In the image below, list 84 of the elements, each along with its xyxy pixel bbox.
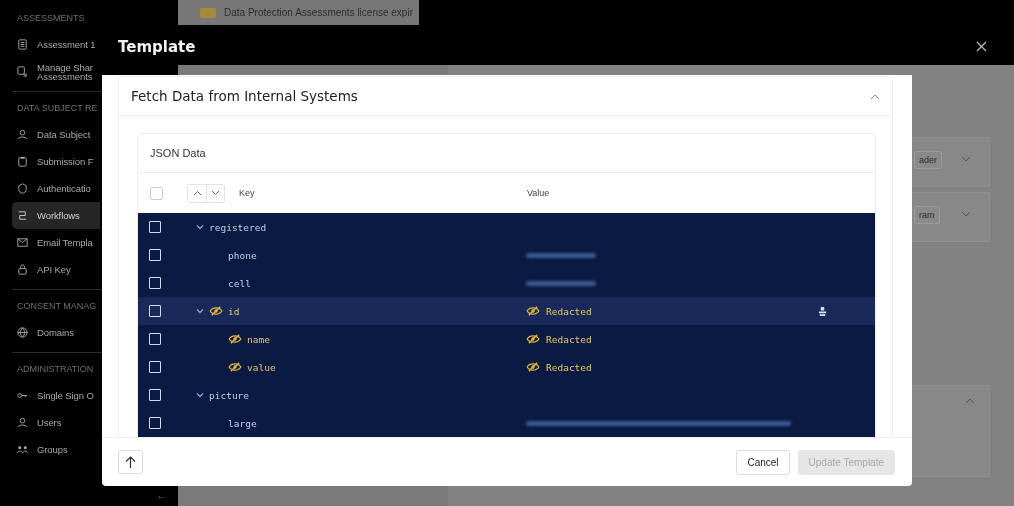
chevron-down-icon[interactable] — [196, 223, 204, 231]
checkbox[interactable] — [149, 221, 161, 233]
chevron-down-icon — [959, 154, 973, 164]
globe-icon — [16, 326, 29, 339]
flow-icon — [16, 209, 29, 222]
key-cell: value — [228, 361, 276, 373]
checkbox[interactable] — [149, 417, 161, 429]
warning-icon — [200, 7, 216, 18]
tree-row[interactable]: id Redacted — [138, 297, 875, 325]
key-cell: id — [209, 305, 240, 317]
sidebar-item[interactable]: Data Subject — [12, 121, 100, 148]
sidebar-item[interactable]: Submission F — [12, 148, 100, 175]
document-icon — [16, 38, 29, 51]
section-heading: ASSESSMENTS — [17, 13, 85, 23]
chevron-up-icon — [192, 190, 202, 196]
section-heading: ADMINISTRATION — [17, 364, 94, 374]
select-all-checkbox[interactable] — [150, 186, 163, 200]
tree-row[interactable]: registered — [138, 213, 875, 241]
sidebar-item[interactable]: API Key — [12, 256, 100, 283]
section-heading: CONSENT MANAG — [17, 301, 97, 311]
hidden-eye-icon — [526, 334, 540, 344]
tree-row[interactable]: name Redacted — [138, 325, 875, 353]
scroll-top-button[interactable] — [118, 450, 143, 474]
blurred-value — [526, 252, 596, 258]
panel-title: JSON Data — [138, 134, 875, 173]
key-cell: picture — [209, 389, 250, 401]
modal-title: Template — [118, 38, 196, 56]
tree-row[interactable]: value Redacted — [138, 353, 875, 381]
section-heading: DATA SUBJECT RE — [17, 103, 98, 113]
hidden-eye-icon — [526, 306, 540, 316]
chevron-down-icon — [211, 190, 220, 196]
mail-icon — [16, 236, 29, 249]
sidebar-item[interactable]: Manage Shar Assessments — [12, 58, 100, 85]
section-title: Fetch Data from Internal Systems — [131, 88, 358, 104]
chevron-down-icon[interactable] — [196, 391, 204, 399]
person-icon — [16, 416, 29, 429]
tree-row[interactable]: large — [138, 409, 875, 437]
clipboard-icon — [16, 155, 29, 168]
sidebar-item[interactable]: Users — [12, 409, 100, 436]
key-cell: phone — [228, 249, 257, 261]
tree-row[interactable]: picture — [138, 381, 875, 409]
sidebar-item[interactable]: Assessment 1 — [12, 31, 100, 58]
group-icon — [16, 443, 29, 456]
key-cell: name — [228, 333, 270, 345]
hidden-eye-icon — [526, 362, 540, 372]
close-icon[interactable] — [976, 41, 987, 52]
sidebar-item[interactable]: Domains — [12, 319, 100, 346]
tree-row[interactable]: cell — [138, 269, 875, 297]
value-cell: Redacted — [526, 305, 592, 317]
chevron-up-icon[interactable] — [870, 92, 880, 100]
key-cell: large — [228, 417, 257, 429]
hidden-eye-icon — [228, 334, 242, 344]
shield-icon — [16, 182, 29, 195]
checkbox[interactable] — [149, 389, 161, 401]
value-cell: Redacted — [526, 361, 592, 373]
checkbox[interactable] — [149, 333, 161, 345]
sidebar-item[interactable]: Workflows — [12, 202, 100, 229]
share-icon — [16, 65, 29, 78]
checkbox[interactable] — [149, 361, 161, 373]
checkbox[interactable] — [149, 277, 161, 289]
hidden-eye-icon — [228, 362, 242, 372]
chevron-down-icon — [959, 209, 973, 219]
hidden-eye-icon — [209, 306, 223, 316]
person-icon — [16, 128, 29, 141]
sidebar-item[interactable]: Email Templa — [12, 229, 100, 256]
value-cell: Redacted — [526, 333, 592, 345]
cancel-button[interactable]: Cancel — [736, 449, 790, 475]
arrow-up-icon — [125, 455, 136, 469]
tree-row[interactable]: phone — [138, 241, 875, 269]
stamp-icon[interactable] — [818, 305, 827, 317]
blurred-value — [526, 280, 596, 286]
lock-icon — [16, 263, 29, 276]
sidebar-item[interactable]: Groups — [12, 436, 100, 463]
banner-text: Data Protection Assessments license expir — [224, 7, 413, 18]
sidebar-item[interactable]: Single Sign O — [12, 382, 100, 409]
column-header: Value — [527, 188, 550, 198]
checkbox[interactable] — [149, 305, 161, 317]
column-header: Key — [239, 188, 256, 198]
sidebar-item[interactable]: Authenticatio — [12, 175, 100, 202]
chevron-up-icon — [963, 396, 977, 406]
chevron-down-icon[interactable] — [196, 307, 204, 315]
checkbox[interactable] — [149, 249, 161, 261]
key-cell: registered — [209, 221, 267, 233]
key-cell: cell — [228, 277, 251, 289]
